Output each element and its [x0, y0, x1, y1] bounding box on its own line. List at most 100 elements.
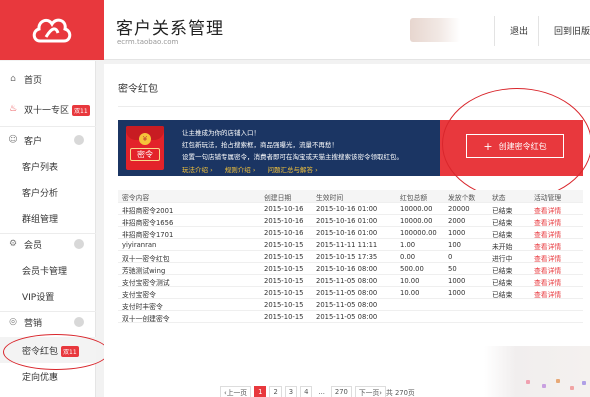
table-cell: 10.00 [400, 277, 420, 285]
view-details-link[interactable]: 查看详情 [534, 277, 561, 287]
table-cell: 芳驰测试wing [122, 267, 166, 275]
sidebar-item-home[interactable]: ⌂ 首页 [0, 66, 96, 92]
table-cell: 进行中 [492, 255, 513, 263]
table-cell: 2015-11-05 08:00 [316, 289, 378, 297]
table-cell: 10000.00 [400, 205, 433, 213]
logout-link[interactable]: 退出 [510, 24, 528, 37]
view-details-link[interactable]: 查看详情 [534, 241, 561, 251]
pager-total: 共 270页 [386, 389, 415, 397]
page-button[interactable]: 2 [269, 386, 282, 397]
user-avatar-blurred[interactable] [410, 18, 460, 42]
sidebar-item-member-card[interactable]: 会员卡管理 [0, 257, 96, 283]
sidebar-item-label: 客户分析 [22, 188, 59, 199]
table-cell: 2015-10-16 [264, 229, 304, 237]
table-cell: 2015-10-15 17:35 [316, 253, 378, 261]
table-cell: 2015-11-05 08:00 [316, 277, 378, 285]
collapse-toggle-icon[interactable] [74, 317, 84, 327]
play-intro-link[interactable]: 玩法介绍 › [182, 166, 213, 174]
table-row: yiyiranran 2015-10-15 2015-11-11 11:11 1.00… [118, 239, 583, 251]
table-cell: 2015-10-15 [264, 253, 304, 261]
sidebar-section-marketing[interactable]: ◎ 营销 [0, 309, 96, 335]
sidebar-item-vip-settings[interactable]: VIP设置 [0, 283, 96, 309]
table-cell: 2015-11-05 08:00 [316, 313, 378, 321]
faq-link[interactable]: 问题汇总与解答 › [268, 166, 318, 174]
sidebar-item-customer-analysis[interactable]: 客户分析 [0, 179, 96, 205]
column-header: 密令内容 [122, 194, 150, 202]
table-cell: 已结束 [492, 279, 513, 287]
table-cell: 支付宝密令 [122, 291, 156, 299]
collapse-toggle-icon[interactable] [74, 239, 84, 249]
sidebar-item-label: VIP设置 [22, 292, 55, 303]
table-cell: 100 [448, 241, 461, 249]
table-row: 支付宝密令 2015-10-15 2015-11-05 08:00 10.00 1000… [118, 287, 583, 299]
sidebar-item-label: 营销 [24, 318, 43, 329]
page-button-last[interactable]: 270 [330, 386, 352, 397]
table-cell: 支付时丰密令 [122, 303, 163, 311]
page-button[interactable]: 3 [284, 386, 298, 397]
blurred-watermark-area [484, 346, 590, 397]
table-row: 双十一创建密令 2015-10-15 2015-11-05 08:00 [118, 311, 583, 323]
table-cell: 双十一创建密令 [122, 315, 170, 323]
table-cell: 已结束 [492, 231, 513, 239]
table-cell: 双十一密令红包 [122, 255, 170, 263]
table-row: 非招商密令1656 2015-10-16 2015-10-16 01:00 10000… [118, 215, 583, 227]
table-cell: 2015-10-16 01:00 [316, 229, 378, 237]
collapse-toggle-icon[interactable] [74, 135, 84, 145]
table-cell: 2000 [448, 217, 466, 225]
table-cell: 2015-11-11 11:11 [316, 241, 378, 249]
table-cell: 2015-11-05 08:00 [316, 301, 378, 309]
home-icon: ⌂ [10, 74, 16, 84]
header-divider [538, 16, 539, 46]
page-title: 密令红包 [118, 84, 158, 95]
view-details-link[interactable]: 查看详情 [534, 253, 561, 263]
sidebar-item-group-management[interactable]: 群组管理 [0, 205, 96, 231]
sidebar-item-label: 会员卡管理 [22, 266, 68, 277]
table-cell: 50 [448, 265, 457, 273]
table-cell: 未开始 [492, 243, 513, 251]
sidebar-item-label: 首页 [24, 75, 43, 86]
top-header: 客户关系管理 ecrm.taobao.com 退出 回到旧版 [0, 0, 590, 60]
table-cell: 500.00 [400, 265, 424, 273]
column-header: 创建日期 [264, 194, 292, 202]
view-details-link[interactable]: 查看详情 [534, 205, 561, 215]
table-row: 非招商密令2001 2015-10-16 2015-10-16 01:00 10000… [118, 203, 583, 215]
table-cell: 已结束 [492, 207, 513, 215]
view-details-link[interactable]: 查看详情 [534, 229, 561, 239]
table-cell: 非招商密令2001 [122, 207, 174, 215]
hongbao-table: 密令内容 创建日期 生效时间 红包总额 发放个数 状态 活动管理 非招商密令20… [118, 190, 583, 323]
table-cell: 已结束 [492, 267, 513, 275]
highlight-circle-annotation [442, 88, 590, 200]
column-header: 发放个数 [448, 194, 476, 202]
prev-page-button[interactable]: ‹上一页 [220, 386, 252, 397]
double11-badge: 双11 [72, 104, 90, 116]
table-cell: 1.00 [400, 241, 416, 249]
table-cell: 1000 [448, 229, 466, 237]
table-header-row: 密令内容 创建日期 生效时间 红包总额 发放个数 状态 活动管理 [118, 190, 583, 203]
table-cell: 10.00 [400, 289, 420, 297]
sidebar-item-customer-list[interactable]: 客户列表 [0, 153, 96, 179]
page-button[interactable]: 4 [300, 386, 313, 397]
highlight-circle-annotation [3, 334, 109, 370]
rules-intro-link[interactable]: 规则介绍 › [225, 166, 256, 174]
back-to-old-link[interactable]: 回到旧版 [554, 24, 590, 37]
view-details-link[interactable]: 查看详情 [534, 265, 561, 275]
column-header: 活动管理 [534, 194, 562, 202]
page-button-current[interactable]: 1 [254, 386, 267, 397]
table-cell: 2015-10-16 [264, 205, 304, 213]
table-cell: 0 [448, 253, 453, 261]
view-details-link[interactable]: 查看详情 [534, 217, 561, 227]
view-details-link[interactable]: 查看详情 [534, 289, 561, 299]
app-domain: ecrm.taobao.com [117, 38, 179, 46]
sidebar-section-customer[interactable]: ☺ 客户 [0, 127, 96, 153]
next-page-button[interactable]: 下一页› [354, 386, 386, 397]
sidebar-item-double11[interactable]: ♨ 双十一专区 双11 [0, 96, 96, 122]
table-cell: 20000 [448, 205, 470, 213]
table-cell: 1000 [448, 277, 466, 285]
sidebar-section-member[interactable]: ⚙ 会员 [0, 231, 96, 257]
sidebar-item-label: 群组管理 [22, 214, 59, 225]
column-header: 红包总额 [400, 194, 428, 202]
table-cell: 2015-10-16 08:00 [316, 265, 378, 273]
app-logo[interactable] [0, 0, 104, 60]
envelope-label: 密令 [130, 148, 160, 161]
table-cell: yiyiranran [122, 241, 157, 249]
